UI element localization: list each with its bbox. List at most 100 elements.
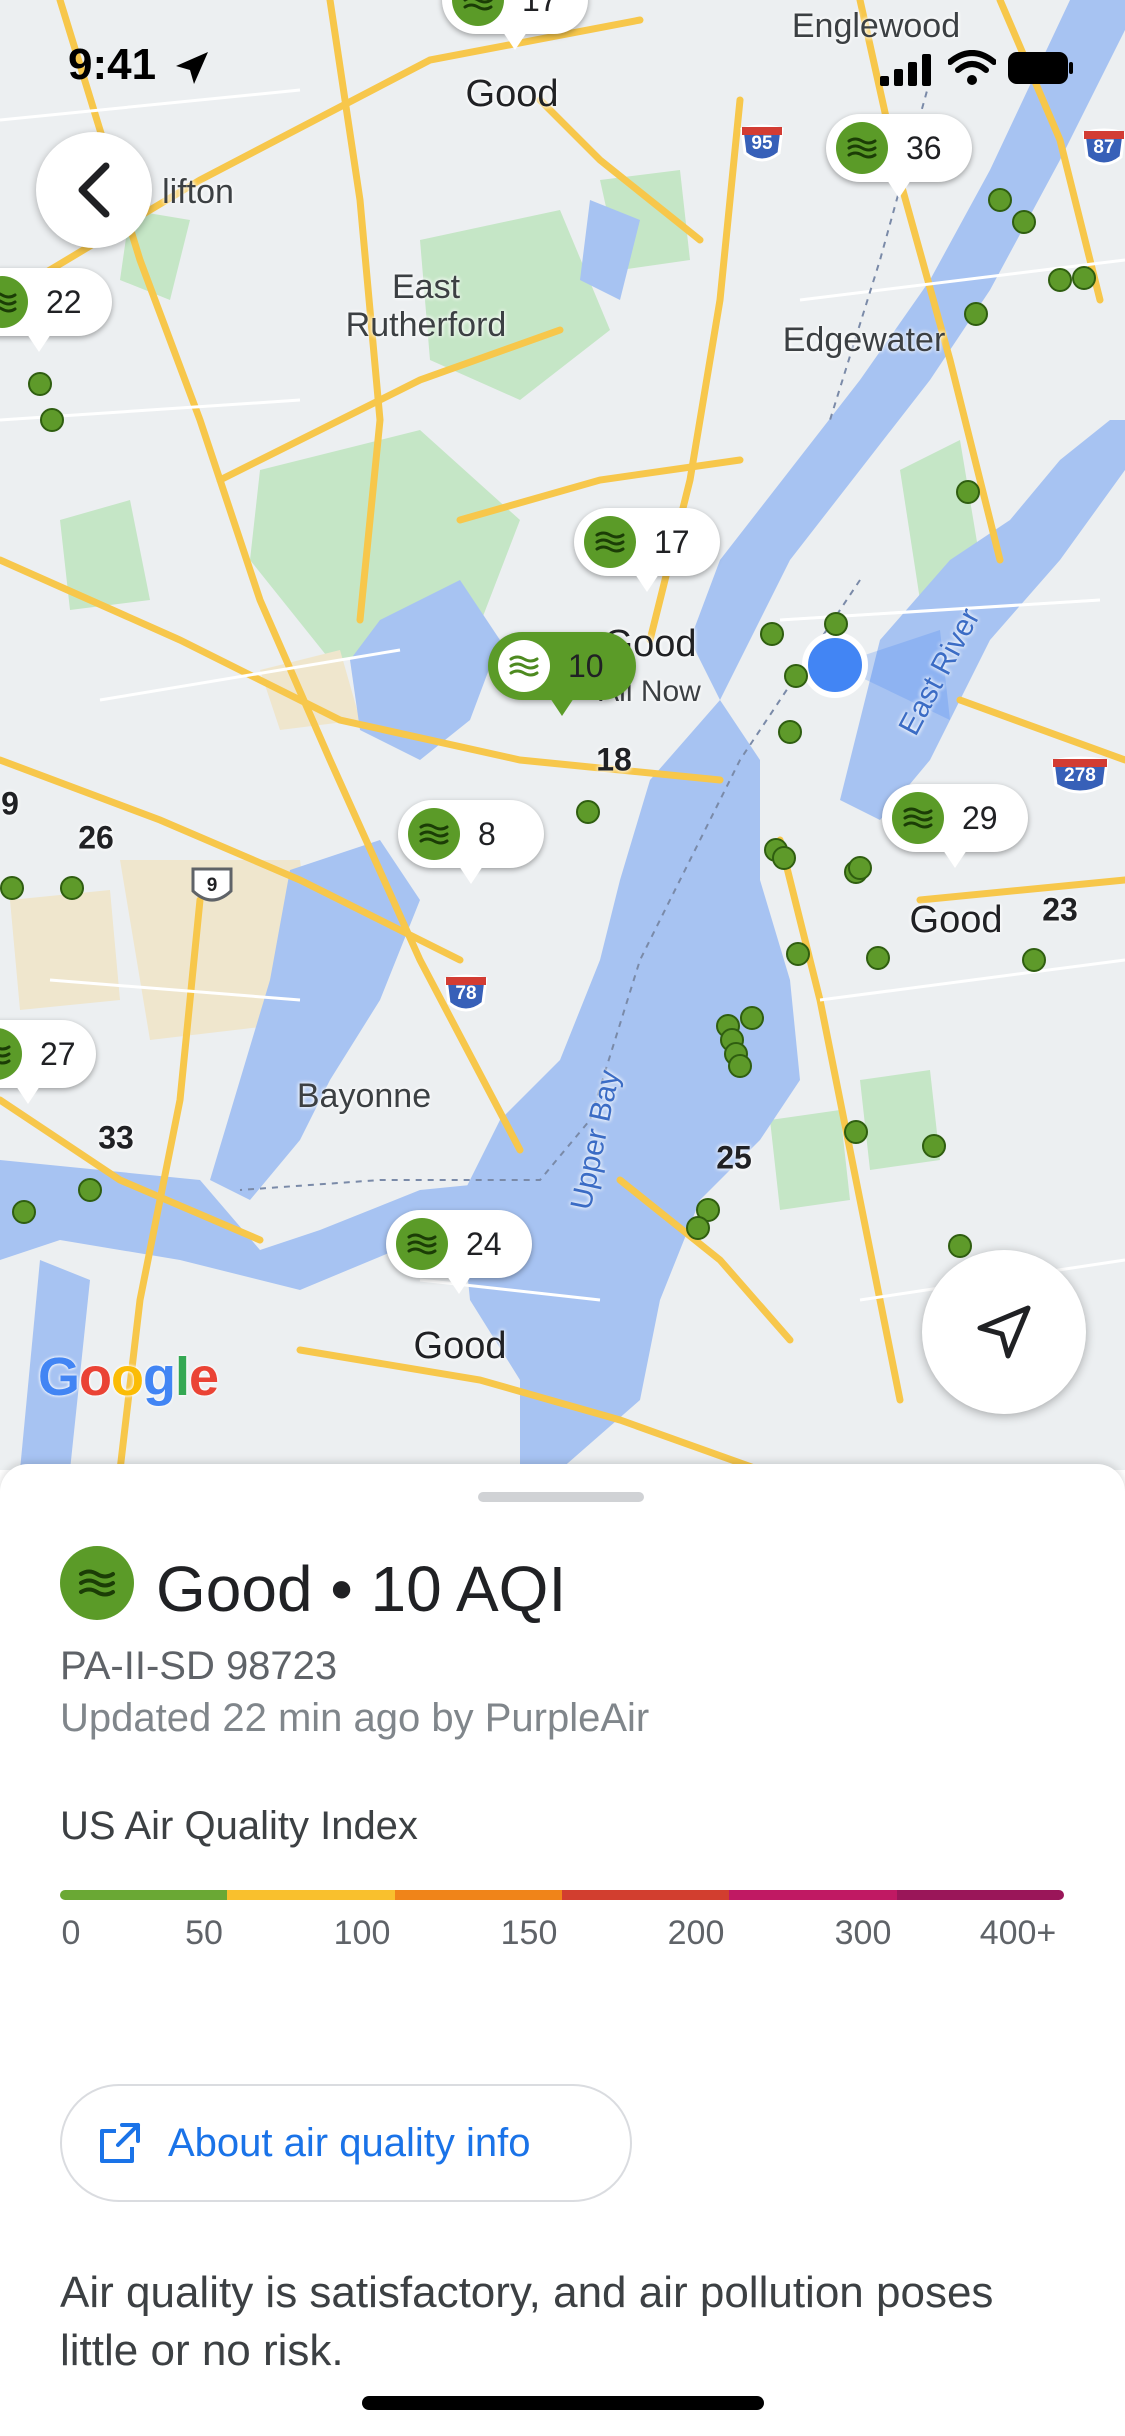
air-wave-icon xyxy=(892,792,944,844)
sensor-dot[interactable] xyxy=(760,622,784,646)
aqi-marker-value: 27 xyxy=(40,1035,76,1072)
my-location-button[interactable] xyxy=(922,1250,1086,1414)
sheet-drag-handle[interactable] xyxy=(478,1492,644,1502)
aqi-marker-value: 24 xyxy=(466,1225,502,1262)
aqi-marker[interactable]: 24 xyxy=(386,1210,532,1294)
back-button[interactable] xyxy=(36,132,152,248)
sensor-dot[interactable] xyxy=(956,480,980,504)
aqi-marker-value: 17 xyxy=(654,523,690,560)
aqi-number: 25 xyxy=(716,1139,752,1176)
about-button-label: About air quality info xyxy=(168,2120,531,2165)
chevron-left-icon xyxy=(78,162,110,218)
sensor-dot[interactable] xyxy=(778,720,802,744)
aqi-marker-value: 8 xyxy=(478,815,496,852)
place-label-edgewater: Edgewater xyxy=(782,321,946,359)
aqi-number: 26 xyxy=(78,819,114,856)
sensor-dot[interactable] xyxy=(922,1134,946,1158)
scale-segment xyxy=(394,1890,562,1900)
highway-shield-9: 9 xyxy=(189,865,235,911)
aqi-marker[interactable]: 27 xyxy=(0,1020,96,1104)
sensor-dot[interactable] xyxy=(948,1234,972,1258)
sensor-dot[interactable] xyxy=(12,1200,36,1224)
sensor-dot[interactable] xyxy=(40,408,64,432)
aqi-marker-value: 29 xyxy=(962,799,998,836)
scale-segment xyxy=(60,1890,228,1900)
air-wave-icon xyxy=(408,808,460,860)
sensor-dot[interactable] xyxy=(1022,948,1046,972)
scale-segment xyxy=(227,1890,395,1900)
sensor-dot[interactable] xyxy=(28,372,52,396)
sensor-dot[interactable] xyxy=(60,876,84,900)
aqi-marker[interactable]: 17 xyxy=(574,508,720,592)
scale-tick: 400+ xyxy=(979,1914,1057,1952)
sensor-dot[interactable] xyxy=(824,612,848,636)
sensor-dot[interactable] xyxy=(1012,210,1036,234)
good-label: Good xyxy=(413,1325,507,1367)
scale-tick: 200 xyxy=(667,1914,725,1952)
sensor-dot[interactable] xyxy=(728,1054,752,1078)
air-quality-icon xyxy=(60,1546,134,1620)
place-label-clifton: lifton xyxy=(162,173,234,211)
highway-shield-278: 278 xyxy=(1050,755,1110,801)
sensor-dot[interactable] xyxy=(784,664,808,688)
status-bar: 9:41 xyxy=(0,0,1125,130)
scale-segment xyxy=(729,1890,897,1900)
aqi-scale-bar xyxy=(60,1890,1064,1900)
sensor-dot[interactable] xyxy=(772,846,796,870)
scale-tick: 100 xyxy=(333,1914,391,1952)
sensor-dot[interactable] xyxy=(576,800,600,824)
scale-tick: 50 xyxy=(185,1914,223,1952)
scale-tick: 150 xyxy=(500,1914,558,1952)
sensor-dot[interactable] xyxy=(844,1120,868,1144)
sensor-dot[interactable] xyxy=(988,188,1012,212)
aqi-marker[interactable]: 29 xyxy=(882,784,1028,868)
sensor-dot[interactable] xyxy=(740,1006,764,1030)
place-label-east-rutherford: East Rutherford xyxy=(345,268,507,344)
sensor-dot[interactable] xyxy=(786,942,810,966)
details-sheet: Good • 10 AQI PA-II-SD 98723 Updated 22 … xyxy=(0,1464,1125,2436)
sensor-dot[interactable] xyxy=(1048,268,1072,292)
aqi-marker-value: 10 xyxy=(568,647,604,684)
location-arrow-icon xyxy=(176,52,208,84)
navigation-arrow-icon xyxy=(977,1305,1031,1359)
place-label-bayonne: Bayonne xyxy=(296,1077,432,1115)
scale-tick: 300 xyxy=(834,1914,892,1952)
aqi-marker-selected[interactable]: 10 xyxy=(488,632,636,716)
home-indicator[interactable] xyxy=(362,2396,764,2410)
air-wave-icon xyxy=(584,516,636,568)
sensor-dot[interactable] xyxy=(964,302,988,326)
air-wave-icon xyxy=(396,1218,448,1270)
aqi-number: 33 xyxy=(98,1119,134,1156)
aqi-marker-value: 36 xyxy=(906,129,942,166)
open-external-icon xyxy=(100,2123,140,2163)
highway-shield-78: 78 xyxy=(443,973,489,1019)
aqi-number: 23 xyxy=(1042,891,1078,928)
sensor-dot[interactable] xyxy=(866,946,890,970)
air-quality-description: Air quality is satisfactory, and air pol… xyxy=(60,2268,994,2375)
air-wave-icon xyxy=(0,276,28,328)
sensor-dot[interactable] xyxy=(0,876,24,900)
sensor-dot[interactable] xyxy=(686,1216,710,1240)
sensor-dot[interactable] xyxy=(78,1178,102,1202)
scale-segment xyxy=(896,1890,1064,1900)
scale-tick: 0 xyxy=(61,1914,81,1952)
air-wave-icon xyxy=(0,1028,22,1080)
sensor-dot[interactable] xyxy=(848,856,872,880)
good-label: Good xyxy=(909,899,1003,941)
aqi-headline: Good • 10 AQI xyxy=(156,1553,567,1625)
map-view[interactable]: Englewood lifton East Rutherford Edgewat… xyxy=(0,0,1125,1470)
wifi-icon xyxy=(948,50,996,85)
about-air-quality-button[interactable]: About air quality info xyxy=(60,2084,632,2202)
aqi-marker-value: 22 xyxy=(46,283,82,320)
aqi-marker[interactable]: 8 xyxy=(398,800,544,884)
battery-icon xyxy=(1008,52,1073,84)
updated-text: Updated 22 min ago by PurpleAir xyxy=(60,1696,650,1740)
sensor-dot[interactable] xyxy=(1072,266,1096,290)
aqi-number: 9 xyxy=(1,785,19,822)
aqi-number: 18 xyxy=(596,741,632,778)
station-id: PA-II-SD 98723 xyxy=(60,1644,338,1688)
scale-title: US Air Quality Index xyxy=(60,1804,418,1848)
aqi-marker[interactable]: 22 xyxy=(0,268,112,352)
scale-segment xyxy=(561,1890,730,1900)
signal-icon xyxy=(880,54,931,86)
